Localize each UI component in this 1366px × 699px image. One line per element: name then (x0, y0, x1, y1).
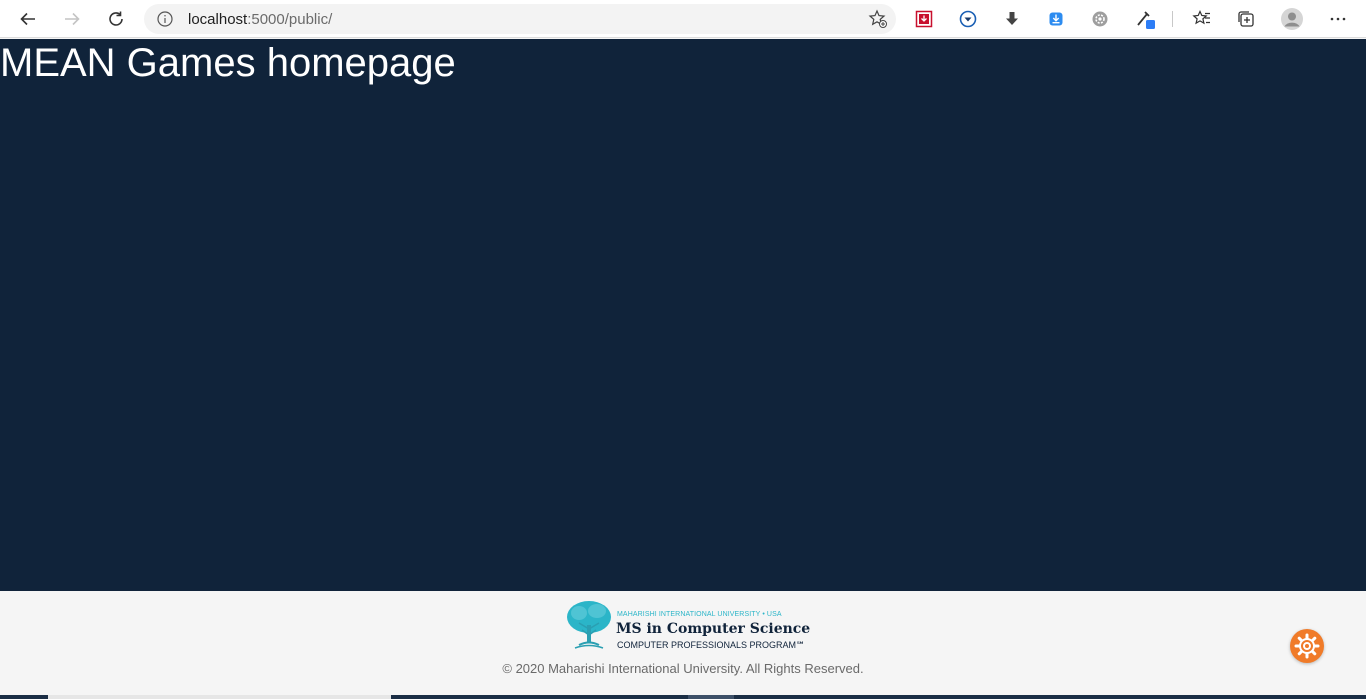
copyright-text: © 2020 Maharishi International Universit… (502, 661, 864, 676)
browser-toolbar: localhost:5000/public/ (0, 0, 1366, 38)
university-logo[interactable]: MAHARISHI INTERNATIONAL UNIVERSITY • USA… (565, 599, 810, 651)
scrollbar-marker (688, 695, 734, 699)
forward-arrow-icon[interactable] (57, 4, 87, 34)
gear-icon[interactable] (1290, 629, 1324, 663)
url-text[interactable]: localhost:5000/public/ (188, 11, 332, 28)
logo-program-subtitle: COMPUTER PROFESSIONALS PROGRAM℠ (617, 640, 806, 650)
tree-logo-icon (567, 601, 611, 649)
add-favorite-icon[interactable] (868, 9, 888, 34)
info-icon[interactable] (156, 10, 174, 33)
url-path: :5000/public/ (247, 11, 333, 28)
toolbar-separator (1172, 11, 1173, 27)
more-menu-icon[interactable] (1323, 4, 1353, 34)
logo-university-text: MAHARISHI INTERNATIONAL UNIVERSITY • USA (617, 611, 782, 618)
url-host: localhost (188, 11, 248, 28)
color-picker-icon[interactable] (1131, 4, 1161, 34)
profile-avatar-icon[interactable] (1277, 4, 1307, 34)
scrollbar-thumb[interactable] (48, 695, 391, 699)
back-arrow-icon[interactable] (13, 4, 43, 34)
settings-extension-icon[interactable] (1085, 4, 1115, 34)
reload-icon[interactable] (101, 4, 131, 34)
favorites-icon[interactable] (1187, 4, 1217, 34)
download-icon[interactable] (997, 4, 1027, 34)
downloader-extension-icon[interactable] (1041, 4, 1071, 34)
horizontal-scrollbar[interactable] (0, 695, 1366, 699)
address-bar[interactable]: localhost:5000/public/ (144, 4, 896, 34)
pdf-extension-icon[interactable] (909, 4, 939, 34)
collections-icon[interactable] (1231, 4, 1261, 34)
video-download-icon[interactable] (953, 4, 983, 34)
page-content: MEAN Games homepage (0, 39, 1366, 591)
page-title: MEAN Games homepage (0, 41, 456, 85)
logo-program-title: MS in Computer Science (616, 621, 811, 637)
footer: MAHARISHI INTERNATIONAL UNIVERSITY • USA… (0, 591, 1366, 699)
